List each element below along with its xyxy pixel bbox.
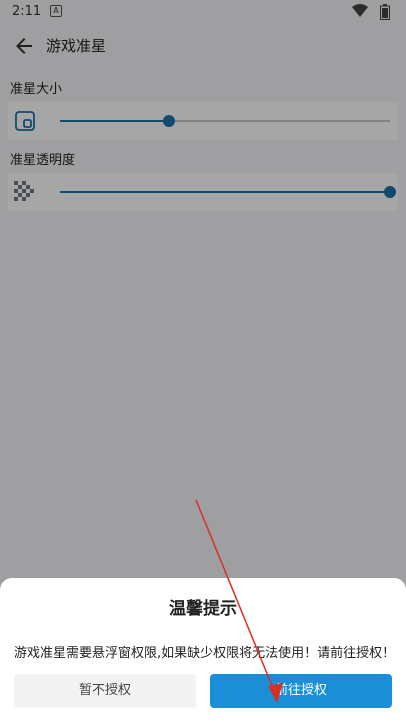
dialog-title: 温馨提示 [169,599,237,619]
cancel-button[interactable]: 暂不授权 [14,674,196,708]
grant-permission-button[interactable]: 前往授权 [210,674,392,708]
permission-dialog: 温馨提示 游戏准星需要悬浮窗权限,如果缺少权限将无法使用！请前往授权！ 暂不授权… [0,578,406,723]
dialog-message: 游戏准星需要悬浮窗权限,如果缺少权限将无法使用！请前往授权！ [14,646,396,661]
